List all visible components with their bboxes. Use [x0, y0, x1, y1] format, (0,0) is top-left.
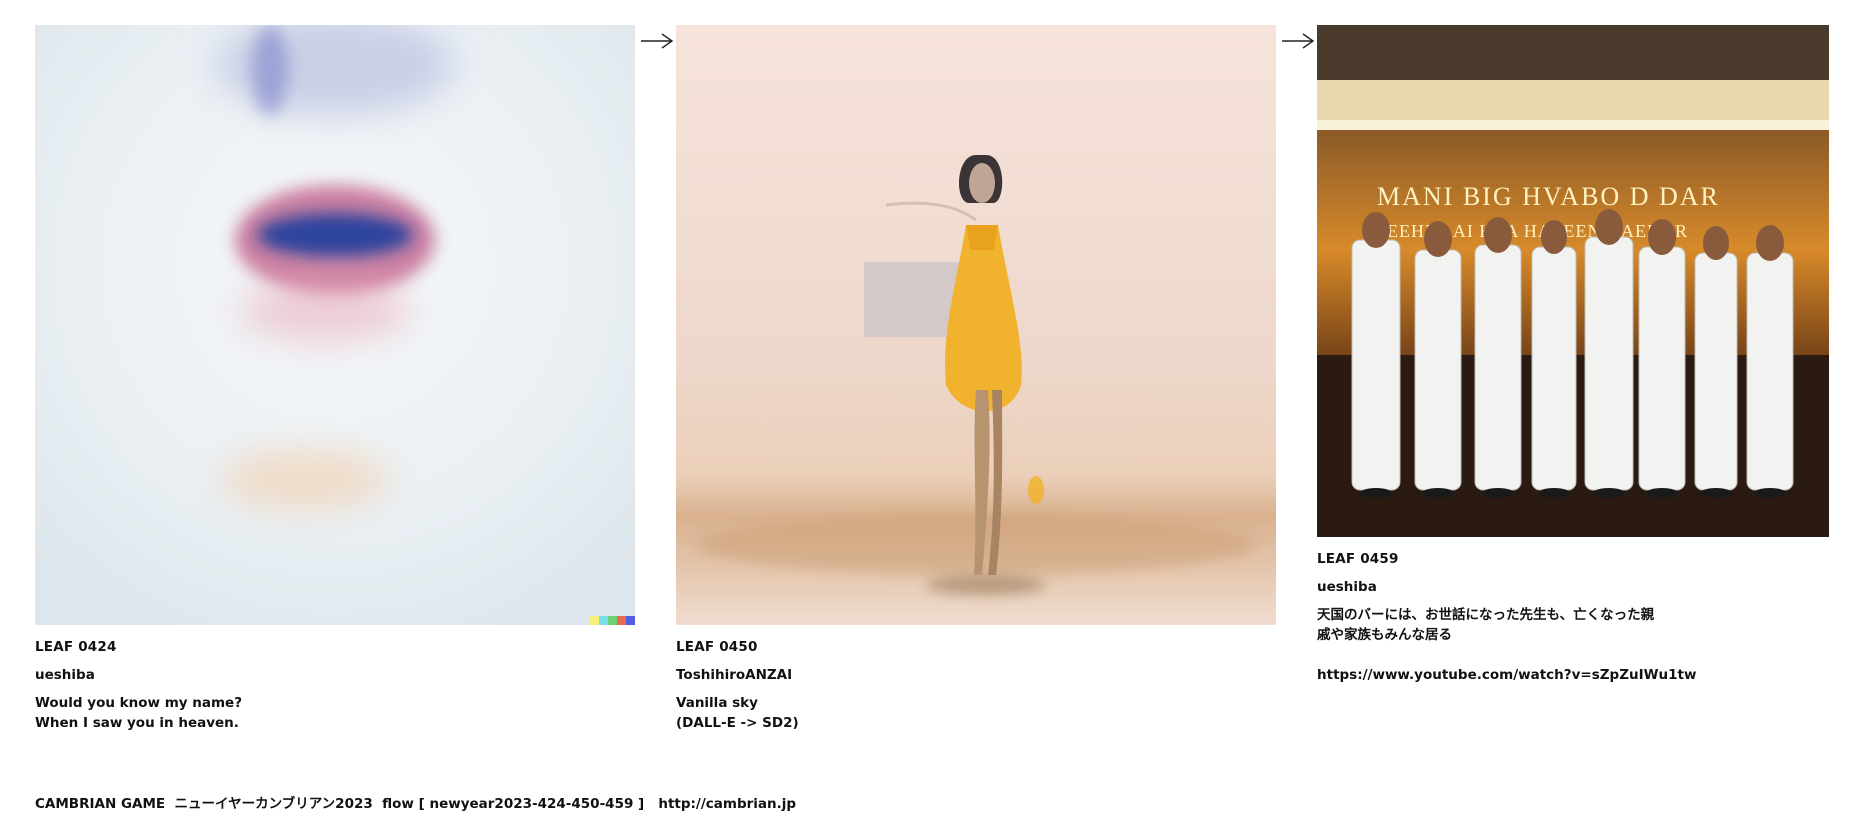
leaf-image-0424[interactable]	[35, 25, 635, 625]
bar-sign-text: MANI BIG HVABO D DAR	[1377, 182, 1720, 211]
leaf-card-0450: LEAF 0450 ToshihiroANZAI Vanilla sky (DA…	[676, 25, 1276, 733]
yellow-dress-figure-image	[676, 25, 1276, 625]
leaf-user[interactable]: ueshiba	[1317, 577, 1829, 597]
men-in-white-suits-bar-image: MANI BIG HVABO D DAR EEHEL AI HEA HAVEEN…	[1317, 25, 1829, 537]
leaf-card-0459: MANI BIG HVABO D DAR EEHEL AI HEA HAVEEN…	[1317, 25, 1829, 685]
leaf-caption: Would you know my name? When I saw you i…	[35, 695, 243, 731]
youtube-link[interactable]: https://www.youtube.com/watch?v=sZpZuIWu…	[1317, 665, 1829, 685]
blurred-face-lips-image	[35, 25, 635, 625]
leaf-id: LEAF 0424	[35, 639, 117, 655]
leaf-caption: 天国のバーには、お世話になった先生も、亡くなった親 戚や家族もみんな居る	[1317, 607, 1655, 643]
arrow-right-icon	[641, 33, 674, 49]
leaf-card-0424: LEAF 0424 ueshiba Would you know my name…	[35, 25, 635, 733]
arrow-right-icon	[1282, 33, 1315, 49]
leaf-id: LEAF 0450	[676, 639, 758, 655]
footer: CAMBRIAN GAME ニューイヤーカンブリアン2023 flow [ ne…	[35, 792, 796, 812]
color-strip-icon	[590, 616, 635, 625]
footer-text: CAMBRIAN GAME ニューイヤーカンブリアン2023 flow [ ne…	[35, 796, 659, 812]
footer-link[interactable]: http://cambrian.jp	[658, 796, 796, 812]
leaf-caption: Vanilla sky (DALL-E -> SD2)	[676, 695, 799, 731]
leaf-user[interactable]: ueshiba	[35, 665, 635, 685]
leaf-image-0450[interactable]	[676, 25, 1276, 625]
leaf-image-0459[interactable]: MANI BIG HVABO D DAR EEHEL AI HEA HAVEEN…	[1317, 25, 1829, 537]
leaf-user[interactable]: ToshihiroANZAI	[676, 665, 1276, 685]
leaf-id: LEAF 0459	[1317, 551, 1399, 567]
